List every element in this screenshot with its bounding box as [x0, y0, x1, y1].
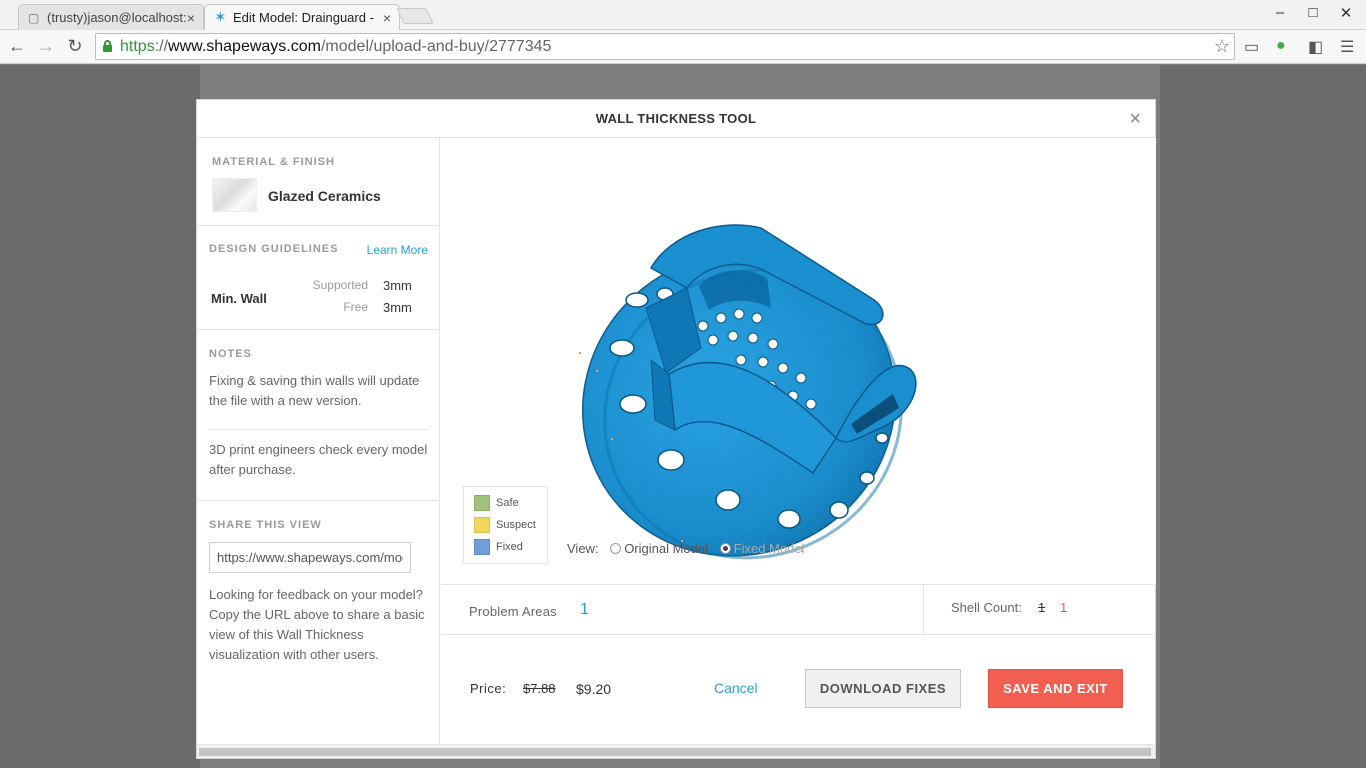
design-guidelines-section: DESIGN GUIDELINES Learn More Min. Wall S…	[197, 226, 440, 330]
legend-label: Fixed	[496, 541, 523, 553]
share-description: Looking for feedback on your model? Copy…	[209, 587, 425, 662]
url-separator: ://	[154, 38, 169, 55]
safe-swatch	[474, 495, 490, 511]
model-viewer-canvas[interactable]: Safe Suspect Fixed View: Original Model …	[441, 138, 1156, 584]
tab-terminal[interactable]: ▢ (trusty)jason@localhost: ×	[18, 4, 204, 30]
shell-count-old: 1	[1038, 600, 1046, 615]
price-label: Price:	[470, 681, 507, 696]
price-old: $7.88	[523, 681, 556, 696]
url-scheme: https	[120, 38, 155, 55]
note-divider	[209, 429, 429, 430]
evernote-icon[interactable]: ●	[1276, 37, 1286, 55]
close-window-icon[interactable]: ✕	[1336, 4, 1356, 22]
maximize-icon[interactable]: □	[1303, 4, 1323, 21]
lock-icon	[103, 40, 112, 52]
material-section: MATERIAL & FINISH Glazed Ceramics	[197, 138, 440, 226]
modal-footer: Price: $7.88 $9.20 Cancel DOWNLOAD FIXES…	[441, 635, 1156, 744]
sidebar: MATERIAL & FINISH Glazed Ceramics DESIGN…	[197, 138, 440, 744]
legend-item-suspect: Suspect	[474, 517, 536, 533]
stats-bar: Problem Areas 1 Shell Count: 1 1	[441, 584, 1156, 635]
original-model-radio[interactable]	[610, 543, 622, 554]
problem-areas-label: Problem Areas	[469, 604, 557, 619]
download-fixes-button[interactable]: DOWNLOAD FIXES	[805, 669, 961, 708]
close-tab-icon[interactable]: ×	[383, 5, 391, 30]
supported-value: 3mm	[383, 278, 412, 293]
legend-item-fixed: Fixed	[474, 539, 523, 555]
horizontal-scrollbar[interactable]	[197, 744, 1155, 758]
bookmark-star-icon[interactable]: ☆	[1214, 34, 1230, 59]
notes-section: NOTES Fixing & saving thin walls will up…	[197, 330, 440, 501]
supported-label: Supported	[312, 278, 368, 292]
shell-count-new: 1	[1060, 600, 1068, 615]
minimize-icon[interactable]: –	[1270, 4, 1290, 21]
tab-title: (trusty)jason@localhost:	[47, 10, 187, 25]
free-value: 3mm	[383, 300, 412, 315]
url-host: www.shapeways.com	[168, 38, 321, 55]
material-thumbnail	[212, 178, 257, 212]
shell-count-label: Shell Count:	[951, 600, 1022, 615]
fixed-model-label[interactable]: Fixed Model	[734, 541, 805, 556]
note-text: Fixing & saving thin walls will update t…	[209, 373, 420, 408]
close-icon[interactable]: ×	[1129, 109, 1141, 129]
close-tab-icon[interactable]: ×	[187, 5, 195, 30]
save-and-exit-button[interactable]: SAVE AND EXIT	[988, 669, 1123, 708]
document-icon: ▢	[28, 11, 40, 25]
original-model-label[interactable]: Original Model	[624, 541, 708, 556]
wall-thickness-legend: Safe Suspect Fixed	[463, 486, 548, 564]
tab-edit-model[interactable]: ✶ Edit Model: Drainguard - ×	[204, 4, 400, 30]
material-name: Glazed Ceramics	[268, 188, 381, 204]
view-toggle: View: Original Model Fixed Model	[567, 541, 804, 556]
browser-toolbar: ← → ↻ https://www.shapeways.com/model/up…	[0, 30, 1366, 64]
guidelines-section-title: DESIGN GUIDELINES	[209, 243, 339, 255]
share-url-input[interactable]	[209, 542, 411, 573]
cancel-link[interactable]: Cancel	[714, 680, 758, 696]
menu-icon[interactable]: ☰	[1340, 37, 1354, 57]
new-tab-button[interactable]	[396, 8, 434, 24]
modal-title: WALL THICKNESS TOOL	[197, 100, 1155, 138]
scrollbar-thumb[interactable]	[199, 748, 1151, 756]
shapeways-logo-icon: ✶	[214, 9, 227, 26]
extension-icon[interactable]: ◧	[1308, 37, 1323, 57]
legend-label: Suspect	[496, 519, 536, 531]
wall-thickness-modal: WALL THICKNESS TOOL × MATERIAL & FINISH …	[196, 99, 1156, 759]
reload-icon[interactable]: ↻	[64, 36, 86, 57]
problem-areas-count: 1	[580, 601, 589, 618]
tab-strip: ▢ (trusty)jason@localhost: × ✶ Edit Mode…	[0, 0, 1366, 30]
material-section-title: MATERIAL & FINISH	[212, 156, 335, 168]
url-path: /model/upload-and-buy/2777345	[320, 38, 552, 55]
view-label: View:	[567, 541, 599, 556]
fixed-model-radio[interactable]	[719, 543, 731, 554]
legend-label: Safe	[496, 497, 519, 509]
legend-item-safe: Safe	[474, 495, 519, 511]
stats-divider	[923, 585, 924, 635]
fixed-swatch	[474, 539, 490, 555]
address-bar[interactable]: https://www.shapeways.com/model/upload-a…	[95, 33, 1235, 60]
free-label: Free	[343, 300, 368, 314]
share-section-title: SHARE THIS VIEW	[209, 519, 322, 531]
suspect-swatch	[474, 517, 490, 533]
notes-section-title: NOTES	[209, 348, 252, 360]
drainguard-model-render	[579, 224, 917, 560]
learn-more-link[interactable]: Learn More	[367, 243, 428, 257]
note-text: 3D print engineers check every model aft…	[209, 442, 428, 477]
cast-icon[interactable]: ▭	[1244, 37, 1259, 57]
back-icon[interactable]: ←	[6, 36, 28, 57]
tab-title: Edit Model: Drainguard -	[233, 10, 374, 25]
price-new: $9.20	[576, 681, 612, 697]
share-section: SHARE THIS VIEW Looking for feedback on …	[197, 501, 440, 744]
forward-icon[interactable]: →	[35, 36, 57, 57]
min-wall-label: Min. Wall	[211, 291, 267, 306]
